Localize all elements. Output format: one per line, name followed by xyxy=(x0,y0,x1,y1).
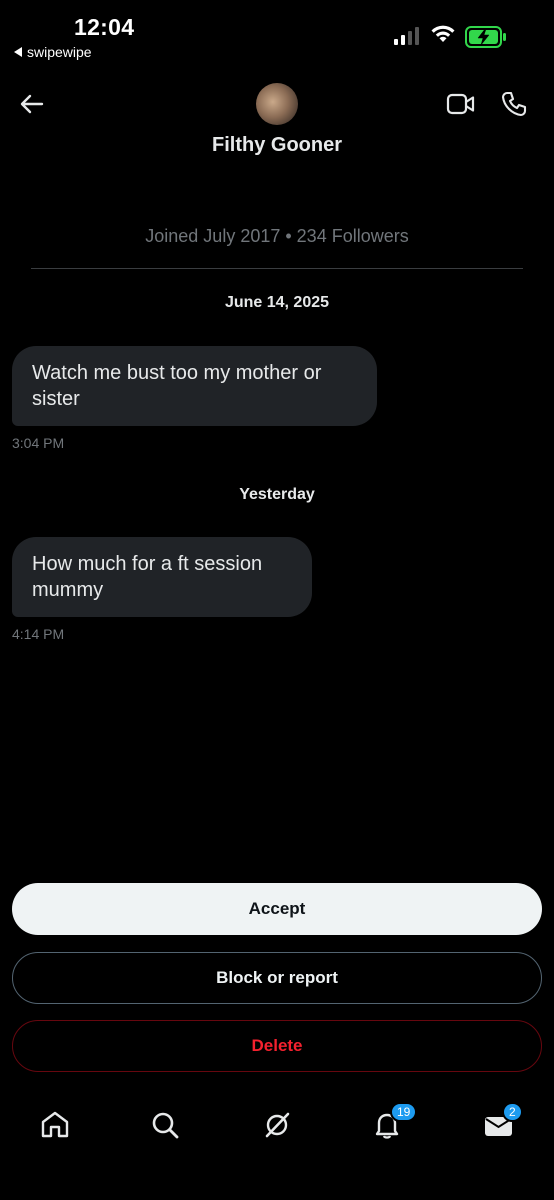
battery-charging-icon xyxy=(465,26,506,48)
message-bubble[interactable]: How much for a ft session mummy xyxy=(12,537,312,617)
search-icon[interactable] xyxy=(148,1108,182,1142)
message-time: 3:04 PM xyxy=(12,435,65,451)
delete-button[interactable]: Delete xyxy=(12,1020,542,1072)
status-time: 12:04 xyxy=(74,14,135,40)
profile-info: Joined July 2017 • 234 Followers xyxy=(145,226,409,246)
cellular-signal-icon xyxy=(394,27,419,45)
home-icon[interactable] xyxy=(38,1108,72,1142)
date-separator: June 14, 2025 xyxy=(224,294,330,311)
divider xyxy=(31,268,523,269)
back-triangle-icon xyxy=(14,47,22,57)
wifi-icon xyxy=(431,25,455,42)
conversation-name[interactable]: Filthy Gooner xyxy=(0,134,554,157)
message-time: 4:14 PM xyxy=(12,626,65,642)
bottom-tab-bar: 19 2 xyxy=(0,1098,554,1158)
messages-badge: 2 xyxy=(502,1102,523,1122)
grok-icon[interactable] xyxy=(260,1108,294,1142)
block-or-report-button[interactable]: Block or report xyxy=(12,952,542,1004)
date-separator: Yesterday xyxy=(239,486,315,503)
avatar[interactable] xyxy=(256,83,298,125)
notifications-badge: 19 xyxy=(390,1102,418,1122)
back-app-label: swipewipe xyxy=(27,44,92,60)
accept-button[interactable]: Accept xyxy=(12,883,542,935)
video-call-icon[interactable] xyxy=(446,92,476,116)
back-arrow-icon[interactable] xyxy=(18,90,46,118)
message-bubble[interactable]: Watch me bust too my mother or sister xyxy=(12,346,377,426)
phone-call-icon[interactable] xyxy=(500,90,528,118)
back-to-app-link[interactable]: swipewipe xyxy=(14,44,92,60)
